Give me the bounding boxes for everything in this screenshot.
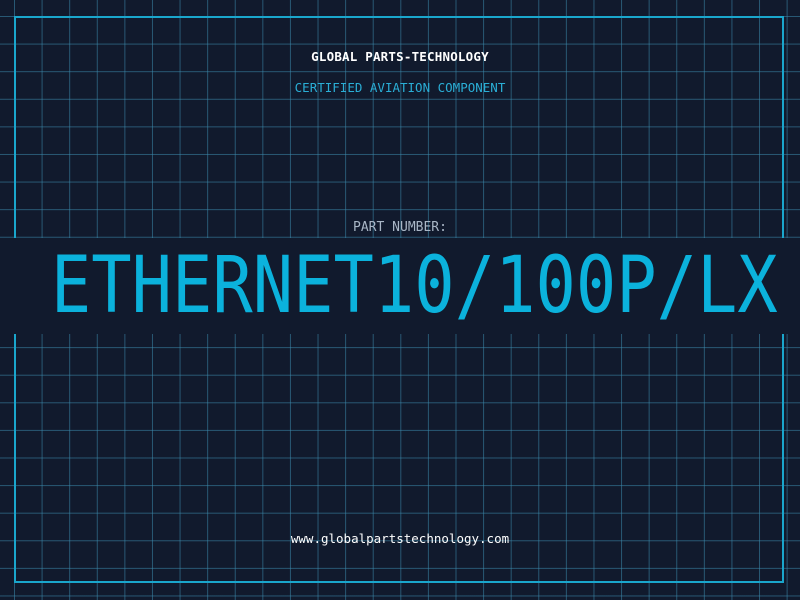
website-url: www.globalpartstechnology.com (290, 531, 510, 546)
part-number-label: PART NUMBER: (353, 220, 447, 235)
part-number-value: ETHERNET10/100P/LX (50, 241, 778, 331)
part-number-band: ETHERNET10/100P/LX (0, 238, 800, 334)
certification-subtitle: CERTIFIED AVIATION COMPONENT (294, 80, 506, 95)
company-name: GLOBAL PARTS-TECHNOLOGY (311, 49, 489, 64)
part-card: GLOBAL PARTS-TECHNOLOGY CERTIFIED AVIATI… (0, 0, 800, 600)
